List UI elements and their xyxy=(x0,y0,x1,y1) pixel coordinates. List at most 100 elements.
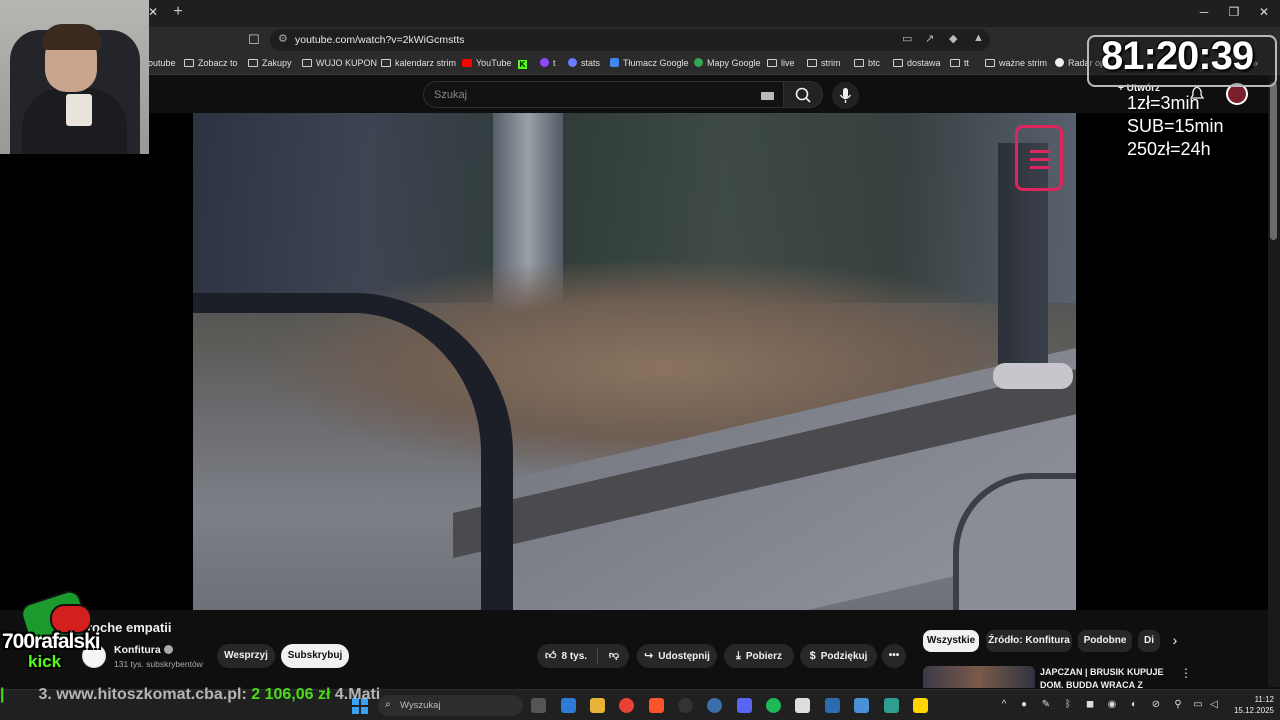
obs-icon[interactable] xyxy=(678,698,693,713)
tray-app-icon[interactable]: ◼ xyxy=(1084,699,1096,711)
address-bar[interactable]: ⚙ youtube.com/watch?v=2kWiGcmstts ▭ ↗ ◆ … xyxy=(270,29,990,51)
tray-app-icon[interactable]: ⊘ xyxy=(1150,699,1162,711)
brave-shield-icon[interactable]: ◆ xyxy=(949,32,957,45)
bookmark-folder[interactable]: ważne strim xyxy=(985,58,1047,68)
video-frame-shoe xyxy=(993,363,1073,389)
app-icon[interactable] xyxy=(884,698,899,713)
bookmark-folder[interactable]: btc xyxy=(854,58,880,68)
channel-name[interactable]: Konfitura xyxy=(114,644,173,656)
bookmark-item[interactable]: outube xyxy=(148,58,176,68)
search-input[interactable]: Szukaj xyxy=(423,81,785,108)
discord-icon[interactable] xyxy=(737,698,752,713)
folder-icon xyxy=(950,59,960,67)
brave-icon[interactable] xyxy=(649,698,664,713)
join-button[interactable]: Wesprzyj xyxy=(217,644,275,668)
notes-icon[interactable] xyxy=(913,698,928,713)
bookmark-folder[interactable]: WUJO KUPON xyxy=(302,58,377,68)
tray-overflow-icon[interactable]: ^ xyxy=(998,699,1010,711)
share-button[interactable]: ↪ Udostępnij xyxy=(637,644,717,668)
thumbs-up-icon: 👍︎ xyxy=(545,650,557,662)
rate-line: SUB=15min xyxy=(1127,116,1224,136)
stats-icon xyxy=(568,58,577,67)
tray-pen-icon[interactable]: ✎ xyxy=(1040,699,1052,711)
recommendation-title[interactable]: JAPCZAN | BRUSIK KUPUJE DOM, BUDDA WRACA… xyxy=(1040,666,1165,688)
more-actions-button[interactable]: ••• xyxy=(882,644,906,668)
bookmark-folder[interactable]: live xyxy=(767,58,795,68)
chevron-right-icon[interactable]: › xyxy=(1166,632,1184,652)
bluetooth-icon[interactable]: ᛒ xyxy=(1062,699,1074,711)
bookmark-folder[interactable]: Zakupy xyxy=(248,58,292,68)
taskbar-search-placeholder: Wyszukaj xyxy=(400,700,441,711)
brave-rewards-icon[interactable]: ▲ xyxy=(973,32,984,44)
capcut-icon[interactable] xyxy=(795,698,810,713)
video-card-icon[interactable] xyxy=(1015,125,1063,191)
folder-icon xyxy=(184,59,194,67)
folder-icon xyxy=(767,59,777,67)
youtube-icon xyxy=(462,59,472,67)
bookmark-maps[interactable]: Mapy Google xyxy=(694,58,761,68)
video-player[interactable] xyxy=(193,113,1076,610)
thumbs-down-icon: 👎︎ xyxy=(608,650,620,661)
keyboard-icon[interactable] xyxy=(761,92,774,100)
ticker-next: 4.Mati xyxy=(334,686,381,703)
bookmark-folder[interactable]: tt xyxy=(950,58,969,68)
chip-more[interactable]: Di xyxy=(1138,630,1160,652)
bookmark-folder[interactable]: kalendarz strim xyxy=(381,58,456,68)
verified-icon xyxy=(163,645,173,654)
search-placeholder: Szukaj xyxy=(434,89,468,101)
file-explorer-icon[interactable] xyxy=(590,698,605,713)
widgets-icon[interactable] xyxy=(561,698,576,713)
volume-icon[interactable]: ◁ xyxy=(1208,699,1220,711)
chip-all[interactable]: Wszystkie xyxy=(923,630,979,652)
cast-icon[interactable]: ▭ xyxy=(902,32,912,45)
tray-app-icon[interactable]: ◉ xyxy=(1106,699,1118,711)
voice-search-button[interactable] xyxy=(832,82,859,109)
task-view-icon[interactable] xyxy=(531,698,546,713)
download-button[interactable]: ⤓ Pobierz xyxy=(724,644,794,668)
clock-time: 11:12 xyxy=(1254,695,1274,704)
microphone-tray-icon[interactable]: ⚲ xyxy=(1172,699,1184,711)
streamer-name: 700rafalski xyxy=(2,630,101,653)
radar-icon xyxy=(1055,58,1064,67)
bookmark-translate[interactable]: Tłumacz Google xyxy=(610,58,689,68)
new-tab-icon[interactable]: + xyxy=(170,3,186,23)
bookmark-stats[interactable]: stats xyxy=(568,58,600,68)
window-close-icon[interactable]: ✕ xyxy=(1256,5,1272,21)
steam-icon[interactable]: ◐ xyxy=(1128,699,1140,711)
platform-name: kick xyxy=(28,652,62,671)
bookmark-twitch[interactable]: t xyxy=(540,58,556,68)
minimize-icon[interactable]: ─ xyxy=(1196,5,1212,21)
recommendation-thumbnail[interactable] xyxy=(923,666,1035,688)
system-clock[interactable]: 11:12 15.12.2025 xyxy=(1224,694,1274,716)
recommendation-menu-icon[interactable]: ⋮ xyxy=(1180,666,1192,682)
subscribe-button[interactable]: Subskrybuj xyxy=(281,644,349,668)
share-page-icon[interactable]: ↗ xyxy=(925,32,934,45)
bookmark-folder[interactable]: Zobacz to xyxy=(184,58,238,68)
site-info-icon[interactable]: ⚙ xyxy=(278,32,288,45)
bookmark-icon[interactable]: ☐ xyxy=(248,32,262,48)
donation-ticker: | 3. www.hitoszkomat.cba.pl: 2 106,06 zł … xyxy=(0,686,400,706)
chip-source[interactable]: Źródło: Konfitura xyxy=(986,630,1072,652)
bookmark-folder[interactable]: strim xyxy=(807,58,841,68)
tray-app-icon[interactable]: ● xyxy=(1018,699,1030,711)
dislike-button[interactable]: 👎︎ xyxy=(599,644,629,668)
app-icon[interactable] xyxy=(707,698,722,713)
network-icon[interactable]: ▭ xyxy=(1192,699,1204,711)
address-url: youtube.com/watch?v=2kWiGcmstts xyxy=(295,34,465,46)
app-icon[interactable] xyxy=(854,698,869,713)
maximize-icon[interactable]: ❐ xyxy=(1226,5,1242,21)
spotify-icon[interactable] xyxy=(766,698,781,713)
app-icon[interactable] xyxy=(825,698,840,713)
bookmark-youtube[interactable]: YouTube xyxy=(462,58,511,68)
thanks-button[interactable]: $ Podziękuj xyxy=(800,644,877,668)
bookmark-folder[interactable]: dostawa xyxy=(893,58,941,68)
scrollbar-thumb[interactable] xyxy=(1270,82,1277,240)
chrome-icon[interactable] xyxy=(619,698,634,713)
thanks-icon: $ xyxy=(809,650,816,662)
chip-related[interactable]: Podobne xyxy=(1078,630,1132,652)
search-button[interactable] xyxy=(783,81,823,108)
maps-icon xyxy=(694,58,703,67)
bookmark-kick[interactable]: K xyxy=(518,58,531,69)
browser-tab-bar: ✕ + ─ ❐ ✕ xyxy=(0,0,1280,27)
clock-date: 15.12.2025 xyxy=(1233,706,1274,715)
